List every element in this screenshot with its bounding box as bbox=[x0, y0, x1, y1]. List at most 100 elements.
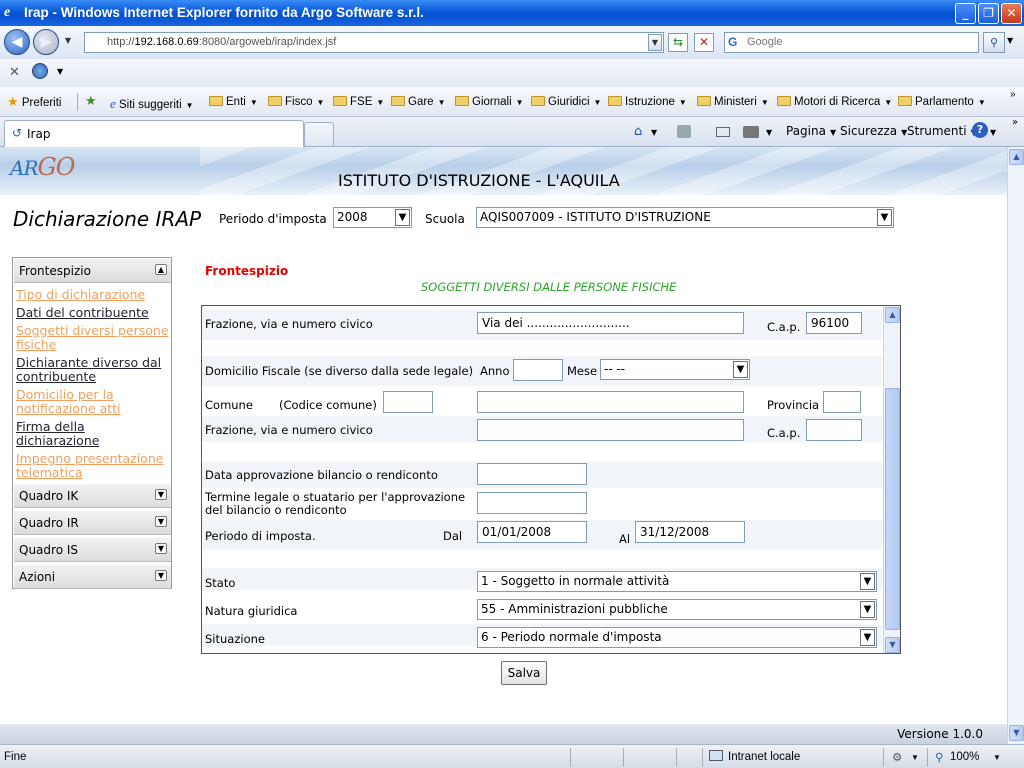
back-button[interactable]: ◀ bbox=[4, 29, 30, 55]
zoom-level[interactable]: 100% bbox=[950, 751, 979, 763]
cap-label: C.a.p. bbox=[767, 320, 801, 334]
home-icon[interactable]: ⌂ bbox=[634, 124, 642, 139]
zoom-icon[interactable]: ⚲ bbox=[935, 750, 943, 764]
sidebar-section-frontespizio[interactable]: Frontespizio ▲ bbox=[14, 259, 171, 283]
sidebar-section-quadro-is[interactable]: Quadro IS ▼ bbox=[14, 538, 171, 562]
data-approvazione-input[interactable] bbox=[477, 463, 587, 485]
expand-icon[interactable]: ▼ bbox=[155, 543, 167, 554]
search-input[interactable]: Google bbox=[724, 32, 979, 53]
sidebar-section-quadro-ik[interactable]: Quadro IK ▼ bbox=[14, 484, 171, 508]
refresh-icon[interactable]: ⇆ bbox=[668, 33, 688, 52]
provincia-input[interactable] bbox=[823, 391, 861, 413]
cap-input[interactable]: 96100 bbox=[806, 312, 862, 334]
stop-icon[interactable]: ✕ bbox=[694, 33, 714, 52]
scroll-thumb[interactable] bbox=[885, 388, 900, 630]
strumenti-menu[interactable]: Strumenti▼ bbox=[907, 124, 977, 138]
expand-icon[interactable]: ▼ bbox=[155, 570, 167, 581]
fav-item-giuridici[interactable]: Giuridici ▼ bbox=[531, 96, 601, 108]
stato-select[interactable]: 1 - Soggetto in normale attività ▼ bbox=[477, 571, 877, 592]
sidebar-link-domicilio[interactable]: Domicilio per la notificazione atti bbox=[16, 388, 171, 416]
history-dropdown-icon[interactable]: ▼ bbox=[61, 33, 75, 50]
web-slice-icon[interactable] bbox=[32, 63, 48, 79]
fav-item-fisco[interactable]: Fisco ▼ bbox=[268, 96, 324, 108]
cap-2-input[interactable] bbox=[806, 419, 862, 441]
expand-icon[interactable]: ▼ bbox=[155, 516, 167, 527]
search-button-icon[interactable]: ⚲ bbox=[983, 32, 1005, 53]
sicurezza-menu[interactable]: Sicurezza ▼ bbox=[840, 124, 907, 138]
help-dropdown-icon[interactable]: ▼ bbox=[990, 128, 996, 137]
search-options-icon[interactable]: ▼ bbox=[1007, 36, 1013, 45]
fav-item-enti[interactable]: Enti ▼ bbox=[209, 96, 258, 108]
dal-input[interactable]: 01/01/2008 bbox=[477, 521, 587, 543]
maximize-button[interactable]: ❐ bbox=[978, 3, 999, 24]
address-input[interactable]: http://192.168.0.69:8080/argoweb/irap/in… bbox=[84, 32, 664, 53]
fav-item-siti[interactable]: e Siti suggeriti ▼ bbox=[110, 96, 194, 112]
more-commands-icon[interactable]: » bbox=[1012, 117, 1018, 128]
print-icon[interactable] bbox=[743, 126, 759, 138]
forward-button[interactable]: ▶ bbox=[33, 29, 59, 55]
fav-item-parlamento[interactable]: Parlamento ▼ bbox=[898, 96, 986, 108]
termine-input[interactable] bbox=[477, 492, 587, 514]
scroll-up-icon[interactable]: ▲ bbox=[1009, 149, 1024, 165]
expand-icon[interactable]: ▼ bbox=[155, 489, 167, 500]
collapse-icon[interactable]: ▲ bbox=[155, 264, 167, 275]
anno-input[interactable] bbox=[513, 359, 563, 381]
home-dropdown-icon[interactable]: ▼ bbox=[651, 128, 657, 137]
protected-dropdown-icon[interactable]: ▼ bbox=[911, 753, 919, 762]
address-dropdown-icon[interactable]: ▼ bbox=[648, 34, 662, 51]
rss-icon[interactable] bbox=[677, 125, 691, 138]
fav-label: Istruzione bbox=[625, 96, 675, 108]
more-favorites-icon[interactable]: » bbox=[1010, 89, 1016, 100]
close-window-button[interactable]: ✕ bbox=[1001, 3, 1022, 24]
help-icon[interactable]: ? bbox=[972, 122, 988, 138]
scroll-up-icon[interactable]: ▲ bbox=[885, 307, 900, 323]
toolbar-dropdown-icon[interactable]: ▼ bbox=[57, 67, 63, 76]
fav-item-ministeri[interactable]: Ministeri ▼ bbox=[697, 96, 769, 108]
sidebar-link-dati[interactable]: Dati del contribuente bbox=[16, 306, 171, 320]
al-input[interactable]: 31/12/2008 bbox=[635, 521, 745, 543]
fav-item-gare[interactable]: Gare ▼ bbox=[391, 96, 446, 108]
scroll-down-icon[interactable]: ▼ bbox=[885, 637, 900, 653]
sidebar-section-azioni[interactable]: Azioni ▼ bbox=[14, 565, 171, 589]
fav-item-giornali[interactable]: Giornali ▼ bbox=[455, 96, 524, 108]
mail-icon[interactable] bbox=[716, 127, 730, 137]
scuola-select[interactable]: AQIS007009 - ISTITUTO D'ISTRUZIONE ▼ bbox=[476, 207, 894, 228]
sidebar-link-firma[interactable]: Firma della dichiarazione bbox=[16, 420, 171, 448]
folder-icon bbox=[777, 96, 791, 106]
scroll-down-icon[interactable]: ▼ bbox=[1009, 725, 1024, 741]
sidebar-link-dichiarante[interactable]: Dichiarante diverso dal contribuente bbox=[16, 356, 171, 384]
frazione-input[interactable]: Via dei ........................... bbox=[477, 312, 744, 334]
mese-value: -- -- bbox=[604, 362, 626, 376]
fav-item-fse[interactable]: FSE ▼ bbox=[333, 96, 384, 108]
mese-select[interactable]: -- -- ▼ bbox=[600, 359, 750, 380]
add-favorite-icon[interactable]: ★ bbox=[85, 93, 97, 109]
sidebar-link-tipo[interactable]: Tipo di dichiarazione bbox=[16, 288, 171, 302]
protected-mode-icon[interactable]: ⚙ bbox=[892, 750, 902, 764]
sidebar-section-quadro-ir[interactable]: Quadro IR ▼ bbox=[14, 511, 171, 535]
school-title: ISTITUTO D'ISTRUZIONE - L'AQUILA bbox=[338, 171, 620, 190]
natura-select[interactable]: 55 - Amministrazioni pubbliche ▼ bbox=[477, 599, 877, 620]
situazione-select[interactable]: 6 - Periodo normale d'imposta ▼ bbox=[477, 627, 877, 648]
codice-comune-input[interactable] bbox=[383, 391, 433, 413]
zoom-dropdown-icon[interactable]: ▼ bbox=[993, 753, 1001, 762]
new-tab-button[interactable] bbox=[304, 122, 334, 146]
periodo-select[interactable]: 2008 ▼ bbox=[333, 207, 412, 228]
separator bbox=[77, 93, 78, 111]
form-scrollbar[interactable]: ▲ ▼ bbox=[883, 306, 900, 653]
pagina-menu[interactable]: Pagina ▼ bbox=[786, 124, 836, 138]
frazione-2-input[interactable] bbox=[477, 419, 744, 441]
fav-item-istruzione[interactable]: Istruzione ▼ bbox=[608, 96, 687, 108]
page-footer: Versione 1.0.0 bbox=[0, 724, 1007, 744]
close-toolbar-icon[interactable]: ✕ bbox=[9, 65, 20, 80]
print-dropdown-icon[interactable]: ▼ bbox=[766, 128, 772, 137]
favorites-button[interactable]: ★ Preferiti bbox=[7, 94, 61, 110]
sidebar-link-soggetti[interactable]: Soggetti diversi persone fisiche bbox=[16, 324, 171, 352]
comune-input[interactable] bbox=[477, 391, 744, 413]
folder-icon bbox=[333, 96, 347, 106]
sidebar-link-impegno[interactable]: Impegno presentazione telematica bbox=[16, 452, 171, 480]
save-button[interactable]: Salva bbox=[501, 661, 547, 685]
tab-irap[interactable]: ↺ Irap bbox=[4, 120, 304, 147]
fav-item-motori[interactable]: Motori di Ricerca ▼ bbox=[777, 96, 892, 108]
window-scrollbar[interactable]: ▲ ▼ bbox=[1007, 147, 1024, 744]
minimize-button[interactable]: _ bbox=[955, 3, 976, 24]
